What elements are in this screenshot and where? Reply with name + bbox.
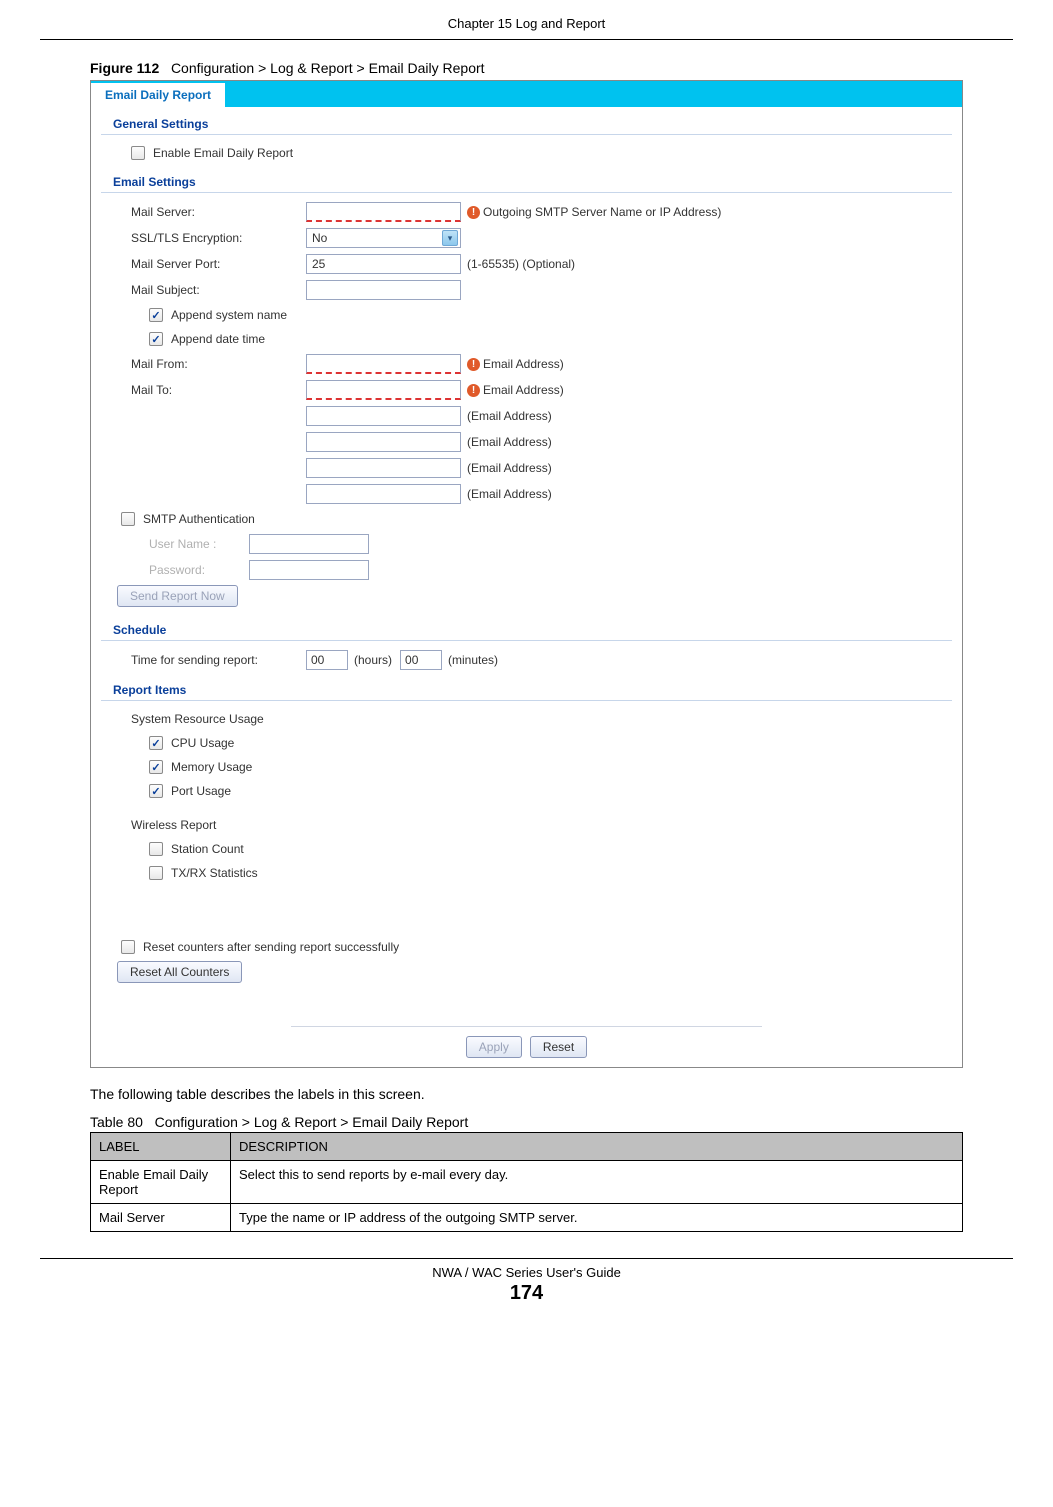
checkbox-append-system-name[interactable] bbox=[149, 308, 163, 322]
warn-icon: ! bbox=[467, 206, 480, 219]
input-username[interactable] bbox=[249, 534, 369, 554]
input-mail-to-1[interactable] bbox=[306, 380, 461, 400]
table-number: Table 80 bbox=[90, 1114, 143, 1130]
label-password: Password: bbox=[149, 563, 249, 577]
description-table: LABEL DESCRIPTION Enable Email Daily Rep… bbox=[90, 1132, 963, 1232]
tab-email-daily-report[interactable]: Email Daily Report bbox=[91, 81, 225, 107]
label-cpu-usage: CPU Usage bbox=[171, 736, 234, 750]
panel-footer: Apply Reset bbox=[291, 1026, 762, 1067]
select-ssl[interactable]: No ▾ bbox=[306, 228, 461, 248]
label-time-sending: Time for sending report: bbox=[131, 653, 306, 667]
row-enable-email-daily-report: Enable Email Daily Report bbox=[91, 141, 962, 165]
footer-guide: NWA / WAC Series User's Guide bbox=[40, 1265, 1013, 1280]
footer-page-number: 174 bbox=[40, 1282, 1013, 1305]
table-row: Mail Server Type the name or IP address … bbox=[91, 1204, 963, 1232]
checkbox-smtp-auth[interactable] bbox=[121, 512, 135, 526]
label-sys-resource: System Resource Usage bbox=[131, 712, 264, 726]
tab-bar: Email Daily Report bbox=[91, 81, 962, 107]
label-append-system-name: Append system name bbox=[171, 308, 287, 322]
cell-label: Mail Server bbox=[91, 1204, 231, 1232]
input-mail-to-2[interactable] bbox=[306, 406, 461, 426]
figure-caption-text: Configuration > Log & Report > Email Dai… bbox=[171, 60, 485, 76]
th-label: LABEL bbox=[91, 1133, 231, 1161]
checkbox-cpu-usage[interactable] bbox=[149, 736, 163, 750]
input-mail-from[interactable] bbox=[306, 354, 461, 374]
reset-button[interactable]: Reset bbox=[530, 1036, 587, 1058]
label-port-usage: Port Usage bbox=[171, 784, 231, 798]
config-panel: Email Daily Report General Settings Enab… bbox=[90, 80, 963, 1068]
label-mail-port: Mail Server Port: bbox=[131, 257, 306, 271]
label-hours: (hours) bbox=[354, 653, 392, 667]
label-smtp-auth: SMTP Authentication bbox=[143, 512, 255, 526]
hint-mail-port: (1-65535) (Optional) bbox=[467, 257, 575, 271]
hint-mail-to-3: (Email Address) bbox=[467, 435, 552, 449]
chevron-down-icon: ▾ bbox=[442, 230, 458, 246]
label-memory-usage: Memory Usage bbox=[171, 760, 252, 774]
checkbox-memory-usage[interactable] bbox=[149, 760, 163, 774]
label-station-count: Station Count bbox=[171, 842, 244, 856]
cell-label: Enable Email Daily Report bbox=[91, 1161, 231, 1204]
hint-mail-to-1: ! Email Address) bbox=[467, 383, 564, 397]
page-footer: NWA / WAC Series User's Guide 174 bbox=[40, 1258, 1013, 1305]
th-description: DESCRIPTION bbox=[231, 1133, 963, 1161]
section-email-title: Email Settings bbox=[91, 165, 962, 192]
chapter-header: Chapter 15 Log and Report bbox=[40, 10, 1013, 40]
checkbox-enable-email-daily-report[interactable] bbox=[131, 146, 145, 160]
label-mail-subject: Mail Subject: bbox=[131, 283, 306, 297]
table-caption: Table 80 Configuration > Log & Report > … bbox=[90, 1114, 963, 1130]
label-ssl: SSL/TLS Encryption: bbox=[131, 231, 306, 245]
cell-desc: Type the name or IP address of the outgo… bbox=[231, 1204, 963, 1232]
input-mail-port-value: 25 bbox=[312, 257, 325, 271]
table-caption-text: Configuration > Log & Report > Email Dai… bbox=[155, 1114, 469, 1130]
checkbox-reset-counters[interactable] bbox=[121, 940, 135, 954]
label-txrx-stats: TX/RX Statistics bbox=[171, 866, 258, 880]
input-mail-server[interactable] bbox=[306, 202, 461, 222]
body-text: The following table describes the labels… bbox=[90, 1086, 963, 1102]
input-minutes[interactable]: 00 bbox=[400, 650, 442, 670]
input-mail-port[interactable]: 25 bbox=[306, 254, 461, 274]
checkbox-port-usage[interactable] bbox=[149, 784, 163, 798]
checkbox-txrx-stats[interactable] bbox=[149, 866, 163, 880]
input-password[interactable] bbox=[249, 560, 369, 580]
label-mail-to: Mail To: bbox=[131, 383, 306, 397]
input-hours[interactable]: 00 bbox=[306, 650, 348, 670]
hint-mail-from: ! Email Address) bbox=[467, 357, 564, 371]
select-ssl-value: No bbox=[312, 231, 327, 245]
label-append-date-time: Append date time bbox=[171, 332, 265, 346]
label-wireless-report: Wireless Report bbox=[131, 818, 216, 832]
apply-button[interactable]: Apply bbox=[466, 1036, 522, 1058]
section-schedule-title: Schedule bbox=[91, 613, 962, 640]
reset-all-counters-button[interactable]: Reset All Counters bbox=[117, 961, 242, 983]
label-mail-from: Mail From: bbox=[131, 357, 306, 371]
label-reset-counters: Reset counters after sending report succ… bbox=[143, 940, 399, 954]
section-general-title: General Settings bbox=[91, 107, 962, 134]
input-mail-to-3[interactable] bbox=[306, 432, 461, 452]
hint-mail-server: ! Outgoing SMTP Server Name or IP Addres… bbox=[467, 205, 721, 219]
warn-icon: ! bbox=[467, 358, 480, 371]
hint-mail-to-5: (Email Address) bbox=[467, 487, 552, 501]
input-mail-subject[interactable] bbox=[306, 280, 461, 300]
cell-desc: Select this to send reports by e-mail ev… bbox=[231, 1161, 963, 1204]
section-report-items-title: Report Items bbox=[91, 673, 962, 700]
checkbox-append-date-time[interactable] bbox=[149, 332, 163, 346]
figure-caption: Figure 112 Configuration > Log & Report … bbox=[90, 60, 963, 76]
send-report-now-button[interactable]: Send Report Now bbox=[117, 585, 238, 607]
input-mail-to-4[interactable] bbox=[306, 458, 461, 478]
label-username: User Name : bbox=[149, 537, 249, 551]
warn-icon: ! bbox=[467, 384, 480, 397]
hint-mail-to-2: (Email Address) bbox=[467, 409, 552, 423]
label-enable-email-daily-report: Enable Email Daily Report bbox=[153, 146, 293, 160]
figure-number: Figure 112 bbox=[90, 60, 159, 76]
input-mail-to-5[interactable] bbox=[306, 484, 461, 504]
label-mail-server: Mail Server: bbox=[131, 205, 306, 219]
table-row: Enable Email Daily Report Select this to… bbox=[91, 1161, 963, 1204]
hint-mail-to-4: (Email Address) bbox=[467, 461, 552, 475]
label-minutes: (minutes) bbox=[448, 653, 498, 667]
checkbox-station-count[interactable] bbox=[149, 842, 163, 856]
